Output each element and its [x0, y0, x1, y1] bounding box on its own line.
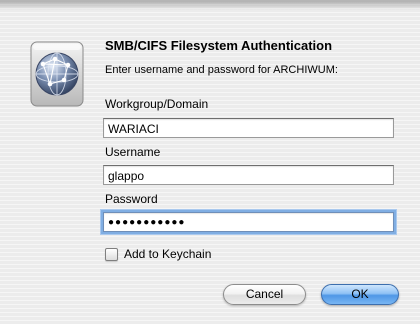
dialog-title: SMB/CIFS Filesystem Authentication	[105, 38, 333, 53]
dialog-subtitle: Enter username and password for ARCHIWUM…	[105, 64, 338, 76]
title-bar-shadow	[0, 0, 420, 10]
cancel-button[interactable]: Cancel	[223, 284, 306, 305]
username-field[interactable]	[103, 165, 394, 185]
keychain-checkbox[interactable]	[105, 247, 118, 261]
auth-dialog: SMB/CIFS Filesystem Authentication Enter…	[0, 0, 420, 324]
network-globe-icon	[30, 41, 84, 107]
workgroup-label: Workgroup/Domain	[105, 97, 209, 111]
keychain-label: Add to Keychain	[124, 247, 212, 261]
password-label: Password	[105, 192, 158, 206]
password-field[interactable]	[103, 212, 394, 232]
username-label: Username	[105, 145, 161, 159]
workgroup-field[interactable]	[103, 118, 394, 138]
keychain-option[interactable]: Add to Keychain	[105, 246, 211, 262]
ok-button[interactable]: OK	[321, 284, 399, 305]
